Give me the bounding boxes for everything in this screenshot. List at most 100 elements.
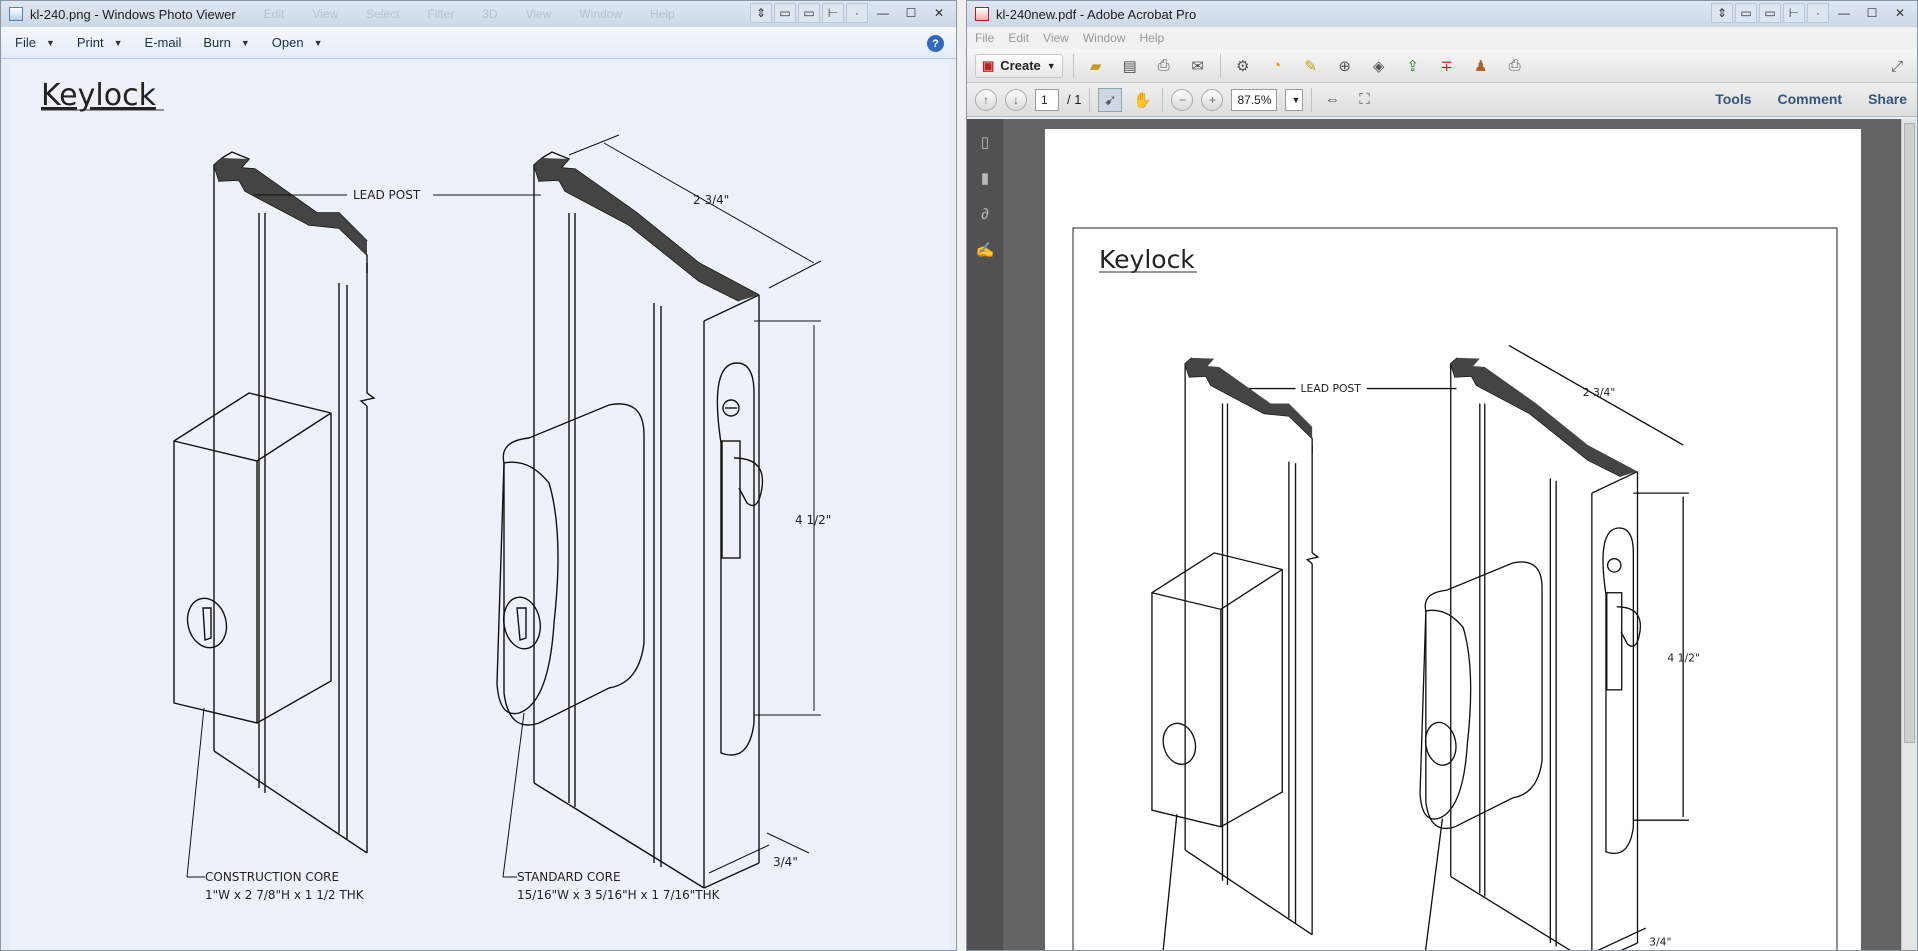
pdf-height-dimension: 4 1/2" [1667, 652, 1700, 665]
tile-icon[interactable]: ⊢ [1783, 3, 1805, 23]
photo-viewer-app-icon [9, 7, 23, 21]
toolbar-divider [1072, 53, 1074, 78]
sign-icon[interactable]: ♟ [1469, 54, 1493, 78]
bookmark-icon[interactable]: ▮ [974, 167, 996, 189]
menu-burn[interactable]: Burn ▼ [203, 35, 249, 50]
maximize-icon[interactable]: ☐ [1859, 3, 1885, 23]
highlight-icon[interactable]: ✎ [1299, 54, 1323, 78]
background-menu-item: Edit [263, 7, 285, 21]
zoom-dropdown[interactable]: ▼ [1285, 88, 1304, 111]
menu-email-label: E-mail [144, 35, 182, 50]
create-label: Create [1000, 58, 1041, 73]
zoom-in-icon[interactable]: + [1201, 88, 1224, 111]
gear-icon[interactable]: ⚙ [1231, 54, 1255, 78]
next-page-icon[interactable]: ↓ [1005, 88, 1027, 111]
select-icon[interactable]: ➹ [1098, 87, 1123, 112]
acrobat-nav-toolbar: ↑ ↓ 1 / 1 ➹ ✋ − + 87.5% ▼ ⇔ ⛶ Tools Comm… [967, 83, 1917, 117]
tools-link[interactable]: Tools [1715, 91, 1751, 107]
chevron-down-icon: ▼ [113, 37, 123, 48]
restore-small-icon[interactable]: ▭ [1759, 3, 1781, 23]
menu-print[interactable]: Print ▼ [77, 35, 123, 50]
stamp-icon[interactable]: ◈ [1367, 54, 1391, 78]
menu-window[interactable]: Window [1083, 31, 1126, 45]
printer-icon[interactable]: ⎙ [1152, 54, 1176, 78]
menu-burn-label: Burn [203, 35, 231, 50]
share-link[interactable]: Share [1868, 91, 1907, 107]
menu-help[interactable]: Help [1140, 31, 1165, 45]
menu-print-label: Print [76, 35, 104, 50]
help-icon[interactable]: ? [927, 35, 944, 52]
image-canvas: Keylock LEAD POST 2 3/4" 4 1/2" 3/4" CON… [9, 63, 949, 950]
save-icon[interactable]: ▤ [1118, 54, 1142, 78]
vertical-scrollbar[interactable] [1901, 119, 1917, 950]
screen-mode-icon[interactable]: ▭ [774, 3, 796, 23]
minimize-icon[interactable]: — [870, 3, 896, 23]
restore-small-icon[interactable]: ▭ [798, 3, 820, 23]
minimize-icon[interactable]: — [1831, 3, 1857, 23]
create-button[interactable]: ▣ Create ▼ [975, 53, 1063, 78]
height-dimension-label: 4 1/2" [795, 513, 831, 527]
background-menu-item: View [312, 7, 339, 21]
drawing-title: Keylock [41, 78, 157, 113]
screen-mode-icon[interactable]: ▭ [1735, 3, 1757, 23]
background-menu-item: Window [579, 7, 623, 21]
zoom-out-icon[interactable]: − [1171, 88, 1194, 111]
arrange-icon[interactable]: ⇕ [750, 3, 772, 23]
pdf-keylock-figure: LEAD POST 2 3/4" 4 1/2" 3/4" CONSTRUCTIO… [1151, 344, 1700, 950]
pages-icon[interactable]: ▯ [974, 131, 996, 153]
tile-icon[interactable]: ⊢ [822, 3, 844, 23]
fax-icon[interactable]: ⎙ [1503, 54, 1527, 78]
maximize-icon[interactable]: ☐ [898, 3, 924, 23]
close-icon[interactable]: ✕ [926, 3, 952, 23]
page-number-input[interactable]: 1 [1035, 88, 1059, 111]
options-icon[interactable]: · [846, 3, 868, 23]
acrobat-titlebar[interactable]: kl-240new.pdf - Adobe Acrobat Pro ⇕ ▭ ▭ … [967, 1, 1917, 27]
menu-email[interactable]: E-mail [145, 35, 182, 50]
width-dimension-label: 2 3/4" [693, 193, 729, 207]
pdf-page: Keylock LEAD POST 2 3/4" 4 1/2" 3/4" [1045, 129, 1861, 950]
expand-icon[interactable]: ⤢ [1885, 54, 1909, 78]
background-menu-item: Filter [427, 7, 455, 21]
scrollbar-thumb[interactable] [1904, 123, 1915, 743]
construction-core-spec: 1"W x 2 7/8"H x 1 1/2 THK [205, 888, 365, 902]
arrange-icon[interactable]: ⇕ [1711, 3, 1733, 23]
background-menu-item: 3D [482, 7, 498, 21]
zoom-input[interactable]: 87.5% [1231, 88, 1278, 111]
pdf-app-icon [975, 7, 989, 21]
menu-edit[interactable]: Edit [1008, 31, 1029, 45]
fit-page-icon[interactable]: ⛶ [1352, 88, 1376, 112]
menu-view[interactable]: View [1043, 31, 1069, 45]
attach-icon[interactable]: ⊕ [1333, 54, 1357, 78]
options-icon[interactable]: · [1807, 3, 1829, 23]
photo-viewer-titlebar[interactable]: kl-240.png - Windows Photo Viewer Edit V… [1, 1, 956, 27]
acrobat-window: kl-240new.pdf - Adobe Acrobat Pro ⇕ ▭ ▭ … [966, 0, 1918, 951]
acrobat-title: kl-240new.pdf - Adobe Acrobat Pro [996, 6, 1197, 22]
attachment-icon[interactable]: ∂ [974, 203, 996, 225]
acrobat-toolbar: ▣ Create ▼ ▰ ▤ ⎙ ✉ ⚙ ◔ ✎ ⊕ ◈ ⇪ ∓ ♟ ⎙ ⤢ [967, 49, 1917, 83]
redact-icon[interactable]: ∓ [1435, 54, 1459, 78]
menu-file[interactable]: File [975, 31, 994, 45]
menu-file[interactable]: File ▼ [15, 35, 55, 50]
menu-open[interactable]: Open ▼ [272, 35, 323, 50]
navigation-pane: ▯ ▮ ∂ ✍ [967, 119, 1003, 950]
folder-icon[interactable]: ▰ [1084, 54, 1108, 78]
construction-core-name: CONSTRUCTION CORE [205, 870, 339, 884]
fit-width-icon[interactable]: ⇔ [1320, 88, 1344, 112]
hand-icon[interactable]: ✋ [1130, 88, 1154, 112]
comment-icon[interactable]: ◔ [1265, 54, 1289, 78]
pdf-lead-post-label: LEAD POST [1301, 382, 1362, 395]
signature-icon[interactable]: ✍ [974, 239, 996, 261]
comment-link[interactable]: Comment [1778, 91, 1843, 107]
export-icon[interactable]: ⇪ [1401, 54, 1425, 78]
prev-page-icon[interactable]: ↑ [975, 88, 997, 111]
toolbar-divider [1219, 53, 1221, 78]
close-icon[interactable]: ✕ [1887, 3, 1913, 23]
pdf-drawing-title: Keylock [1099, 245, 1195, 274]
menu-open-label: Open [271, 35, 304, 50]
dimension-lines [568, 134, 822, 874]
toolbar-divider [1089, 87, 1091, 112]
chevron-down-icon: ▼ [45, 37, 55, 48]
email-icon[interactable]: ✉ [1186, 54, 1210, 78]
photo-viewer-title: kl-240.png - Windows Photo Viewer [30, 6, 236, 22]
standard-core-body [496, 403, 645, 726]
